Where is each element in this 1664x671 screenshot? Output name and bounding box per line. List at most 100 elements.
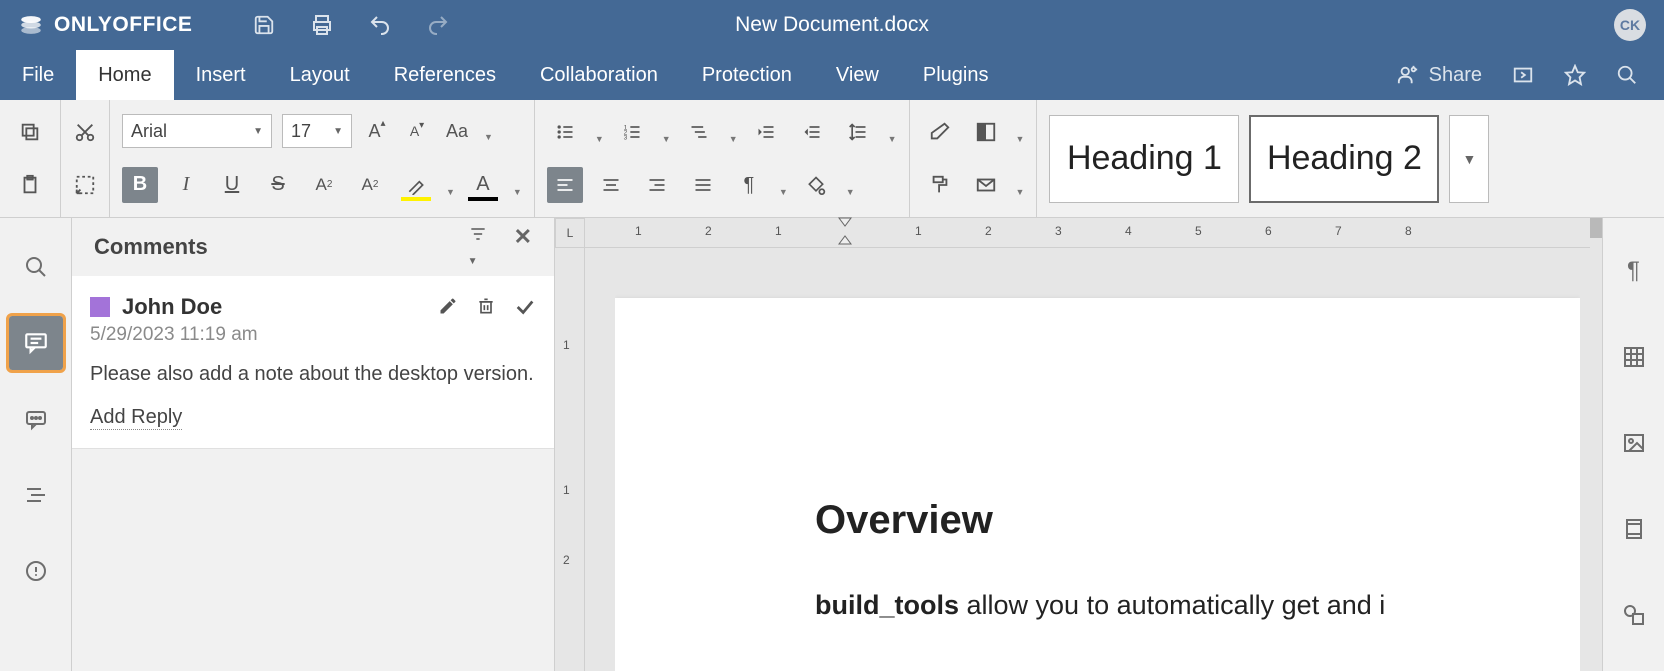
paste-icon[interactable]: [12, 167, 48, 203]
tab-collaboration[interactable]: Collaboration: [518, 50, 680, 100]
chevron-down-icon[interactable]: ▼: [888, 134, 897, 150]
comment-date: 5/29/2023 11:19 am: [90, 324, 536, 346]
font-size-value: 17: [291, 121, 311, 142]
chevron-down-icon[interactable]: ▼: [595, 134, 604, 150]
font-name-combo[interactable]: Arial▼: [122, 114, 272, 148]
numbering-icon[interactable]: 123: [614, 114, 650, 150]
undo-icon[interactable]: [368, 13, 392, 37]
align-justify-icon[interactable]: [685, 167, 721, 203]
indent-marker-icon[interactable]: [837, 216, 853, 246]
save-icon[interactable]: [252, 13, 276, 37]
onlyoffice-logo-icon: [18, 12, 44, 38]
chat-icon[interactable]: [9, 392, 63, 446]
doc-paragraph[interactable]: build_tools allow you to automatically g…: [815, 585, 1520, 626]
italic-button[interactable]: I: [168, 167, 204, 203]
chevron-down-icon[interactable]: ▼: [729, 134, 738, 150]
doc-heading[interactable]: Overview: [815, 498, 1520, 543]
delete-comment-icon[interactable]: [476, 296, 496, 318]
tab-plugins[interactable]: Plugins: [901, 50, 1011, 100]
avatar[interactable]: CK: [1614, 9, 1646, 41]
styles-expand-button[interactable]: ▼: [1449, 115, 1489, 203]
change-case-icon[interactable]: Aa: [442, 116, 472, 146]
bullets-icon[interactable]: [547, 114, 583, 150]
select-all-icon[interactable]: [67, 167, 103, 203]
bold-button[interactable]: B: [122, 167, 158, 203]
edit-comment-icon[interactable]: [438, 296, 458, 318]
tab-layout[interactable]: Layout: [268, 50, 372, 100]
mailmerge-icon[interactable]: [968, 167, 1004, 203]
style-heading-1[interactable]: Heading 1: [1049, 115, 1239, 203]
print-icon[interactable]: [310, 13, 334, 37]
navigation-icon[interactable]: [9, 468, 63, 522]
decrease-indent-icon[interactable]: [748, 114, 784, 150]
shading-icon[interactable]: [798, 167, 834, 203]
shape-settings-icon[interactable]: [1607, 588, 1661, 642]
vertical-ruler[interactable]: 1 1 2: [555, 248, 585, 671]
ruler-tick: 1: [635, 224, 642, 238]
comments-title: Comments: [94, 234, 208, 260]
ruler-tick: 1: [775, 224, 782, 238]
font-size-combo[interactable]: 17 ▼: [282, 114, 352, 148]
left-panel-strip: [0, 218, 72, 671]
line-spacing-icon[interactable]: [840, 114, 876, 150]
chevron-down-icon[interactable]: ▼: [662, 134, 671, 150]
multilevel-list-icon[interactable]: [681, 114, 717, 150]
pilcrow-icon[interactable]: ¶: [731, 167, 767, 203]
open-location-icon[interactable]: [1512, 64, 1534, 86]
paragraph-settings-icon[interactable]: ¶: [1607, 244, 1661, 298]
ruler-tick: 5: [1195, 224, 1202, 238]
increase-font-icon[interactable]: A▴: [362, 116, 392, 146]
increase-indent-icon[interactable]: [794, 114, 830, 150]
eraser-icon[interactable]: [922, 114, 958, 150]
find-icon[interactable]: [9, 240, 63, 294]
underline-button[interactable]: U: [214, 167, 250, 203]
ruler-tick: 3: [1055, 224, 1062, 238]
chevron-down-icon[interactable]: ▼: [513, 187, 522, 203]
format-painter-icon[interactable]: [922, 167, 958, 203]
copy-icon[interactable]: [12, 114, 48, 150]
color-scheme-icon[interactable]: [968, 114, 1004, 150]
decrease-font-icon[interactable]: A▾: [402, 116, 432, 146]
chevron-down-icon[interactable]: ▼: [484, 132, 493, 148]
resolve-comment-icon[interactable]: [514, 296, 536, 318]
tab-file[interactable]: File: [0, 50, 76, 100]
add-reply-button[interactable]: Add Reply: [90, 406, 182, 430]
tab-protection[interactable]: Protection: [680, 50, 814, 100]
feedback-icon[interactable]: [9, 544, 63, 598]
close-comments-icon[interactable]: ✕: [514, 224, 532, 270]
scrollbar-thumb[interactable]: [1590, 218, 1602, 238]
search-icon[interactable]: [1616, 64, 1638, 86]
font-color-button[interactable]: A: [465, 167, 501, 203]
chevron-down-icon[interactable]: ▼: [846, 187, 855, 203]
tab-home[interactable]: Home: [76, 50, 173, 100]
align-left-icon[interactable]: [547, 167, 583, 203]
chevron-down-icon[interactable]: ▼: [779, 187, 788, 203]
image-settings-icon[interactable]: [1607, 416, 1661, 470]
chevron-down-icon[interactable]: ▼: [1016, 134, 1025, 150]
header-footer-settings-icon[interactable]: [1607, 502, 1661, 556]
tab-insert[interactable]: Insert: [174, 50, 268, 100]
vertical-scrollbar[interactable]: [1590, 218, 1602, 671]
redo-icon[interactable]: [426, 13, 450, 37]
align-center-icon[interactable]: [593, 167, 629, 203]
chevron-down-icon[interactable]: ▼: [446, 187, 455, 203]
strikethrough-button[interactable]: S: [260, 167, 296, 203]
superscript-button[interactable]: A2: [306, 167, 342, 203]
horizontal-ruler[interactable]: 1 2 1 1 2 3 4 5 6 7 8: [585, 218, 1590, 248]
document-page[interactable]: Overview build_tools allow you to automa…: [615, 298, 1580, 671]
align-right-icon[interactable]: [639, 167, 675, 203]
share-button[interactable]: Share: [1397, 64, 1482, 87]
chevron-down-icon[interactable]: ▼: [1016, 187, 1025, 203]
page-viewport[interactable]: Overview build_tools allow you to automa…: [615, 248, 1580, 671]
favorite-icon[interactable]: [1564, 64, 1586, 86]
cut-icon[interactable]: [67, 114, 103, 150]
comments-panel-icon[interactable]: [9, 316, 63, 370]
subscript-button[interactable]: A2: [352, 167, 388, 203]
table-settings-icon[interactable]: [1607, 330, 1661, 384]
tab-view[interactable]: View: [814, 50, 901, 100]
highlight-color-button[interactable]: [398, 167, 434, 203]
chevron-down-icon: ▼: [333, 126, 343, 137]
sort-comments-icon[interactable]: ▼: [468, 224, 488, 270]
style-heading-2[interactable]: Heading 2: [1249, 115, 1439, 203]
tab-references[interactable]: References: [372, 50, 518, 100]
